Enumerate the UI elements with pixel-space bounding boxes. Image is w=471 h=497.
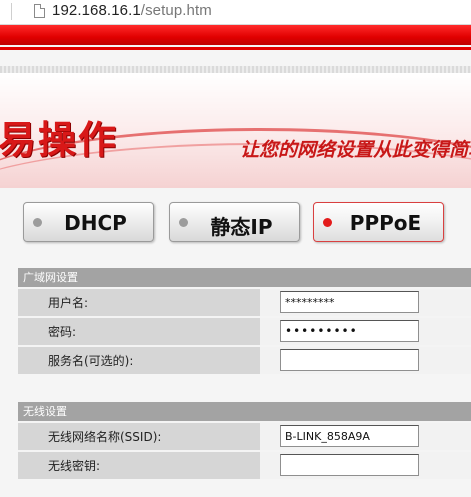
service-name-label: 服务名(可选的): xyxy=(48,354,134,368)
static-ip-button-label: 静态IP xyxy=(210,215,273,239)
wireless-key-input[interactable] xyxy=(280,454,419,476)
url-text[interactable]: 192.168.16.1/setup.htm xyxy=(52,2,212,19)
url-host: 192.168.16.1 xyxy=(52,2,141,19)
ssid-cell xyxy=(260,423,471,450)
username-input[interactable] xyxy=(280,291,419,313)
dhcp-button[interactable]: DHCP xyxy=(23,202,154,242)
service-name-cell xyxy=(260,347,471,374)
wireless-key-label: 无线密钥: xyxy=(48,459,101,473)
wan-settings-header: 广域网设置 xyxy=(18,268,471,287)
address-bar[interactable]: 192.168.16.1/setup.htm xyxy=(0,0,471,25)
username-label: 用户名: xyxy=(48,296,89,310)
pppoe-button[interactable]: PPPoE xyxy=(313,202,444,242)
url-path: /setup.htm xyxy=(140,2,212,19)
address-bar-divider xyxy=(11,3,12,20)
password-row: 密码: xyxy=(18,316,471,345)
wireless-settings-section: 无线设置 无线网络名称(SSID): 无线密钥: xyxy=(18,402,471,479)
banner-slogan: 让您的网络设置从此变得简单 xyxy=(240,139,471,161)
header-red-stripe xyxy=(0,25,471,45)
banner-title: 易操作 xyxy=(0,118,119,162)
password-input[interactable] xyxy=(280,320,419,342)
banner: 易操作 让您的网络设置从此变得简单 xyxy=(0,73,471,188)
wan-settings-section: 广域网设置 用户名: 密码: 服务名(可选的): xyxy=(18,268,471,374)
wireless-key-row: 无线密钥: xyxy=(18,450,471,479)
pppoe-button-label: PPPoE xyxy=(349,211,422,235)
username-cell xyxy=(260,289,471,316)
ssid-label: 无线网络名称(SSID): xyxy=(48,430,162,444)
ssid-row: 无线网络名称(SSID): xyxy=(18,421,471,450)
username-row: 用户名: xyxy=(18,287,471,316)
password-label: 密码: xyxy=(48,325,77,339)
header-thin-stripe xyxy=(0,47,471,50)
password-cell xyxy=(260,318,471,345)
static-ip-button[interactable]: 静态IP xyxy=(169,202,300,242)
header-grey-bar xyxy=(0,66,471,73)
wireless-key-cell xyxy=(260,452,471,479)
ssid-input[interactable] xyxy=(280,425,419,447)
dhcp-button-label: DHCP xyxy=(64,211,127,235)
wireless-settings-header: 无线设置 xyxy=(18,402,471,421)
service-name-row: 服务名(可选的): xyxy=(18,345,471,374)
page-icon xyxy=(34,4,45,18)
service-name-input[interactable] xyxy=(280,349,419,371)
